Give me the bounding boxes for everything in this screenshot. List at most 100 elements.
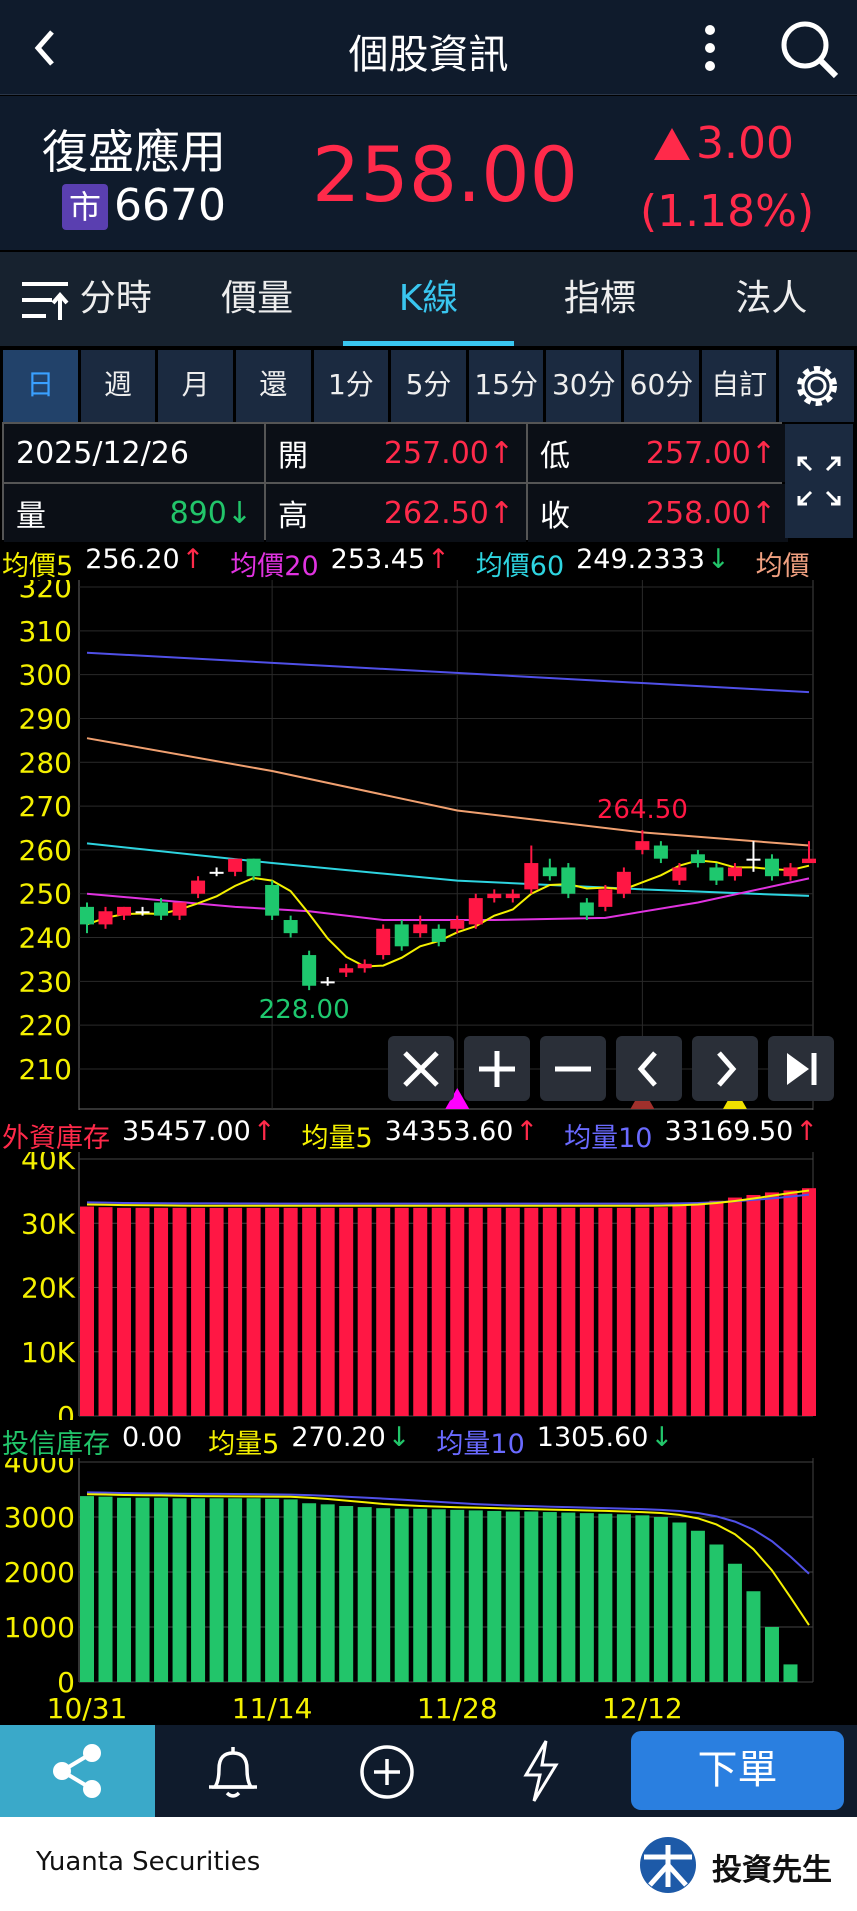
inventory-bar — [376, 1207, 391, 1416]
plus-icon — [479, 1050, 515, 1087]
trust-avg5-label: 均量5 — [208, 1429, 280, 1460]
ma60-label: 均價60 — [475, 551, 565, 582]
candle-body — [635, 841, 650, 850]
tab-price-volume[interactable]: 價量 — [171, 252, 342, 346]
add-circle-icon[interactable] — [358, 1743, 416, 1801]
scroll-right-button[interactable] — [692, 1036, 758, 1101]
scroll-left-button[interactable] — [616, 1036, 682, 1101]
candle-body — [672, 867, 687, 881]
candle-body — [598, 889, 613, 907]
y-tick-label: 3000 — [4, 1501, 75, 1534]
trust-avg10-label: 均量10 — [436, 1429, 525, 1460]
period-week[interactable]: 週 — [80, 350, 156, 422]
period-month[interactable]: 月 — [158, 350, 233, 422]
foreign-label: 外資庫存 — [2, 1123, 110, 1154]
more-icon[interactable] — [700, 22, 720, 74]
inventory-bar — [746, 1591, 761, 1682]
inventory-bar — [672, 1205, 687, 1416]
candle-body — [154, 902, 169, 916]
inventory-bar — [191, 1498, 206, 1682]
ma60-arrow: ↓ — [706, 544, 730, 575]
inventory-bar — [783, 1190, 798, 1416]
lightning-icon[interactable] — [520, 1739, 562, 1803]
ma5-line — [86, 859, 810, 968]
date-cell: 2025/12/26 — [4, 424, 264, 482]
ma20-label: 均價20 — [230, 551, 319, 582]
inventory-bar — [246, 1207, 261, 1416]
inventory-bar — [802, 1188, 816, 1416]
tab-kline[interactable]: K線 — [342, 252, 515, 346]
inventory-bar — [172, 1498, 187, 1682]
high-value: 262.50↑ — [383, 495, 514, 531]
inventory-bar — [228, 1207, 243, 1416]
jump-latest-button[interactable] — [768, 1036, 834, 1101]
inventory-bar — [117, 1497, 132, 1682]
candle-body — [172, 902, 187, 916]
candle-body — [561, 867, 576, 894]
candle-body — [450, 920, 465, 929]
close-cell: 收 258.00↑ — [528, 484, 788, 542]
inventory-bar — [431, 1509, 446, 1682]
inventory-bar — [542, 1207, 557, 1416]
minus-icon — [555, 1066, 591, 1071]
period-5min[interactable]: 5分 — [391, 350, 466, 422]
order-button[interactable]: 下單 — [631, 1731, 844, 1810]
share-icon — [53, 1744, 101, 1798]
candle-body — [783, 867, 798, 877]
search-icon[interactable] — [778, 18, 842, 82]
inventory-bar — [487, 1207, 502, 1416]
settings-button[interactable] — [779, 350, 855, 422]
inventory-bar — [135, 1497, 150, 1682]
period-30min[interactable]: 30分 — [546, 350, 622, 422]
tab-indicators[interactable]: 指標 — [514, 252, 685, 346]
tab-intraday[interactable]: 分時 — [0, 252, 171, 346]
period-1min[interactable]: 1分 — [313, 350, 389, 422]
candle-body — [228, 858, 243, 872]
inventory-bar — [413, 1508, 428, 1682]
period-day[interactable]: 日 — [3, 350, 78, 422]
candle-body — [727, 867, 742, 877]
candle-body — [135, 911, 150, 914]
x-tick-label: 12/12 — [602, 1692, 683, 1725]
ma20-value: 253.45 — [330, 544, 426, 575]
kline-chart[interactable]: 320 310 300 290 280 270 260 250 240 230 220 210 264.… — [0, 580, 857, 1110]
period-adjusted[interactable]: 還 — [235, 350, 311, 422]
y-tick-label: 260 — [19, 834, 72, 867]
chevron-left-icon — [637, 1050, 657, 1087]
close-chart-button[interactable] — [388, 1036, 454, 1101]
y-tick-label: 230 — [19, 965, 72, 998]
sort-menu-icon[interactable] — [20, 278, 72, 322]
period-custom[interactable]: 自訂 — [701, 350, 777, 422]
candle-body — [265, 884, 280, 916]
y-tick-label: 0 — [57, 1400, 75, 1420]
inventory-bar — [376, 1508, 391, 1682]
inventory-bar — [783, 1664, 798, 1682]
x-tick-label: 11/28 — [417, 1692, 498, 1725]
candle-body — [413, 924, 428, 934]
period-15min[interactable]: 15分 — [468, 350, 544, 422]
inventory-bar — [357, 1207, 372, 1416]
zoom-in-button[interactable] — [464, 1036, 530, 1101]
inventory-bar — [98, 1207, 113, 1416]
y-tick-label: 30K — [21, 1207, 76, 1240]
zoom-out-button[interactable] — [540, 1036, 606, 1101]
candle-body — [357, 963, 372, 969]
open-cell: 開 257.00↑ — [266, 424, 526, 482]
y-tick-label: 290 — [19, 702, 72, 735]
inventory-bar — [709, 1200, 724, 1416]
tab-institutional[interactable]: 法人 — [686, 252, 857, 346]
candle-body — [505, 893, 520, 899]
candle-body — [209, 871, 224, 874]
candle-body — [339, 968, 354, 973]
inventory-bar — [339, 1207, 354, 1416]
period-60min[interactable]: 60分 — [624, 350, 699, 422]
inventory-bar — [413, 1207, 428, 1416]
y-tick-label: 220 — [19, 1009, 72, 1042]
y-tick-label: 20K — [21, 1272, 76, 1305]
bell-icon[interactable] — [205, 1743, 261, 1801]
share-button[interactable] — [0, 1725, 155, 1817]
fullscreen-button[interactable] — [785, 424, 853, 538]
candle-body — [80, 906, 94, 925]
ma5-arrow: ↑ — [181, 544, 205, 575]
y-tick-label: 270 — [19, 790, 72, 823]
